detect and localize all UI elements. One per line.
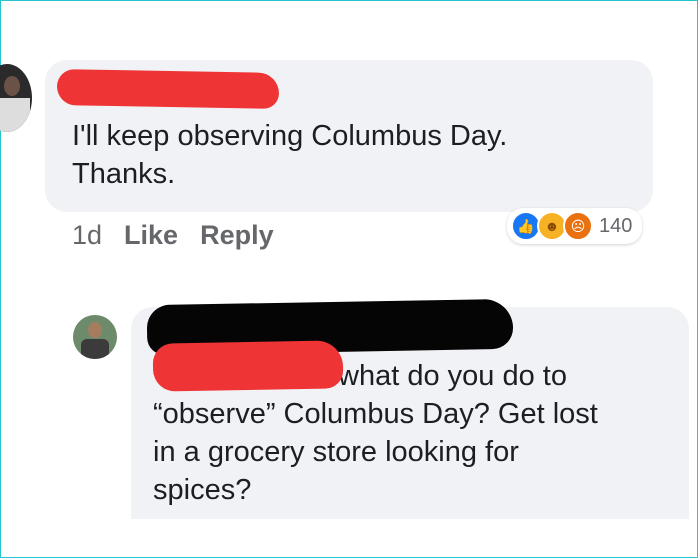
avatar-shirt <box>0 98 30 132</box>
avatar-face <box>88 322 102 338</box>
comment-timestamp[interactable]: 1d <box>72 220 102 251</box>
redacted-name <box>56 69 280 109</box>
angry-icon: ☹ <box>563 211 593 241</box>
avatar-shirt <box>81 339 109 359</box>
reply-avatar[interactable] <box>73 315 117 359</box>
reaction-count: 140 <box>599 214 633 237</box>
avatar-face <box>4 76 20 96</box>
reply-button[interactable]: Reply <box>200 220 274 251</box>
redacted-mention <box>152 340 344 392</box>
comment-actions: 1d Like Reply <box>72 220 274 251</box>
reaction-summary[interactable]: 👍 ☻ ☹ 140 <box>507 208 643 244</box>
like-button[interactable]: Like <box>124 220 178 251</box>
comment-text: I'll keep observing Columbus Day. Thanks… <box>72 120 508 190</box>
